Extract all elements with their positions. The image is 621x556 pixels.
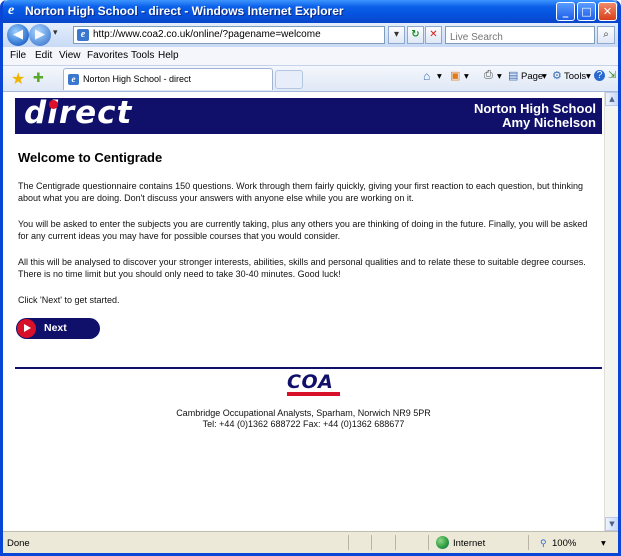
home-dropdown-icon[interactable]: ▾ <box>437 71 442 82</box>
menu-view[interactable]: View <box>59 50 81 61</box>
status-divider <box>395 535 396 550</box>
tools-dropdown-icon[interactable]: ▾ <box>586 71 591 82</box>
menu-edit[interactable]: Edit <box>35 50 52 61</box>
menu-help[interactable]: Help <box>158 50 179 61</box>
title-bar: e Norton High School - direct - Windows … <box>3 0 618 23</box>
menu-favorites[interactable]: Favorites <box>87 50 128 61</box>
tools-gear-icon[interactable]: ⚙ <box>552 69 562 82</box>
favorites-bar: ★ ✚ e Norton High School - direct ⌂ ▾ ▣ … <box>3 66 618 92</box>
zoom-level[interactable]: 100% <box>552 538 576 549</box>
zoom-magnifier-icon: ⚲ <box>540 538 547 548</box>
security-zone[interactable]: Internet <box>453 538 485 549</box>
address-bar[interactable]: e http://www.coa2.co.uk/online/?pagename… <box>73 26 385 44</box>
menu-file[interactable]: File <box>10 50 26 61</box>
status-divider <box>371 535 372 550</box>
address-dropdown-icon[interactable]: ▾ <box>388 26 405 44</box>
maximize-button[interactable]: □ <box>577 2 596 21</box>
stop-icon[interactable]: ✕ <box>425 26 442 44</box>
page-content: direct Norton High School Amy Nichelson … <box>3 92 604 531</box>
status-divider <box>428 535 429 550</box>
back-button[interactable]: ◀ <box>7 24 29 46</box>
school-name: Norton High School <box>473 101 596 116</box>
page-dropdown-icon[interactable]: ▾ <box>542 71 547 82</box>
scroll-down-icon[interactable]: ▼ <box>605 517 618 531</box>
search-input[interactable] <box>450 30 590 45</box>
recent-pages-dropdown-icon[interactable]: ▾ <box>53 28 58 38</box>
footer-address: Cambridge Occupational Analysts, Sparham… <box>176 408 431 418</box>
search-icon[interactable]: ⌕ <box>597 26 615 44</box>
ie-logo-icon: e <box>8 3 15 18</box>
vertical-scrollbar[interactable]: ▲ ▼ <box>604 92 618 531</box>
scroll-up-icon[interactable]: ▲ <box>605 92 618 106</box>
new-tab-button[interactable] <box>275 70 303 89</box>
address-url[interactable]: http://www.coa2.co.uk/online/?pagename=w… <box>93 29 321 40</box>
coa-logo-bar <box>287 392 340 396</box>
play-arrow-icon <box>17 319 36 338</box>
intro-paragraph: The Centigrade questionnaire contains 15… <box>18 181 583 203</box>
tools-menu[interactable]: Tools <box>564 71 586 82</box>
status-bar: Done Internet ⚲ 100% ▾ <box>3 531 618 553</box>
direct-logo: direct <box>24 95 133 131</box>
feeds-icon[interactable]: ▣ <box>450 69 460 82</box>
logo-red-dot-icon <box>49 100 58 109</box>
window-title: Norton High School - direct - Windows In… <box>25 4 344 18</box>
coa-logo: COA <box>287 371 340 396</box>
instruction-text: Click 'Next' to get started. <box>18 295 120 305</box>
status-divider <box>348 535 349 550</box>
banner-info: Norton High School Amy Nichelson <box>474 102 596 130</box>
next-button-label: Next <box>44 322 67 334</box>
footer-divider <box>15 367 602 369</box>
next-button[interactable]: Next <box>16 318 100 339</box>
forward-button[interactable]: ▶ <box>29 24 51 46</box>
help-icon[interactable]: ? <box>594 70 605 81</box>
zoom-dropdown-icon[interactable]: ▾ <box>601 538 606 549</box>
print-dropdown-icon[interactable]: ▾ <box>497 71 502 82</box>
tab-current[interactable]: e Norton High School - direct <box>63 68 273 90</box>
print-icon[interactable]: ⎙ <box>484 69 493 82</box>
status-divider <box>528 535 529 550</box>
page-icon: e <box>77 29 89 41</box>
search-box[interactable] <box>445 26 595 45</box>
tab-page-icon: e <box>68 74 79 85</box>
refresh-icon[interactable]: ↻ <box>407 26 424 44</box>
site-banner: direct Norton High School Amy Nichelson <box>15 95 602 134</box>
browser-window: e Norton High School - direct - Windows … <box>0 0 621 556</box>
tab-title[interactable]: Norton High School - direct <box>83 74 191 84</box>
menu-tools[interactable]: Tools <box>131 50 154 61</box>
page-title: Welcome to Centigrade <box>18 150 163 165</box>
analysis-paragraph: All this will be analysed to discover yo… <box>18 257 586 279</box>
home-icon[interactable]: ⌂ <box>423 69 430 83</box>
coa-logo-text: COA <box>287 371 334 393</box>
page-icon[interactable]: ▤ <box>508 69 518 82</box>
add-favorites-icon[interactable]: ✚ <box>33 71 44 86</box>
subjects-paragraph: You will be asked to enter the subjects … <box>18 219 588 241</box>
menu-bar: File Edit View Favorites Tools Help <box>3 47 618 66</box>
feeds-dropdown-icon[interactable]: ▾ <box>464 71 469 82</box>
close-button[interactable]: ✕ <box>598 2 617 21</box>
favorites-star-icon[interactable]: ★ <box>11 69 25 88</box>
internet-globe-icon <box>436 536 449 549</box>
research-icon[interactable]: ⇲ <box>608 70 616 81</box>
student-name: Amy Nichelson <box>502 115 596 130</box>
page-menu[interactable]: Page <box>521 71 543 82</box>
status-text: Done <box>7 538 30 549</box>
navigation-bar: ◀ ▶ ▾ e http://www.coa2.co.uk/online/?pa… <box>3 23 618 47</box>
footer-contact: Tel: +44 (0)1362 688722 Fax: +44 (0)1362… <box>202 419 405 429</box>
minimize-button[interactable]: _ <box>556 2 575 21</box>
